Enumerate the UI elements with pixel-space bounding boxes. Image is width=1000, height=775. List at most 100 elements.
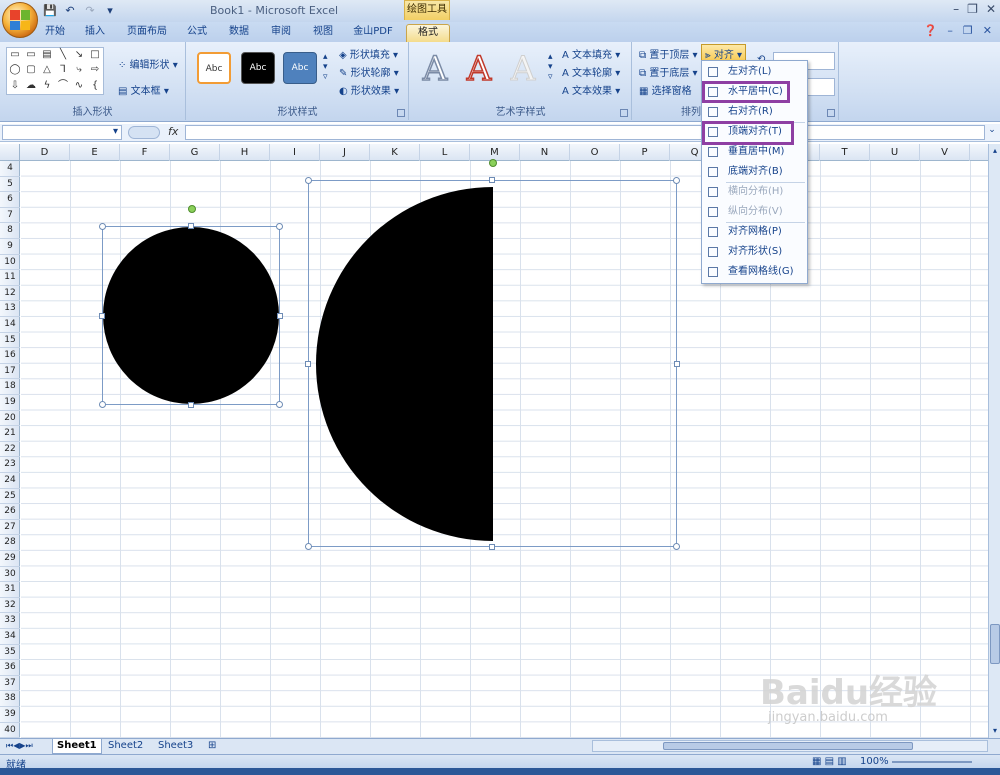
hscroll-thumb[interactable] — [663, 742, 913, 750]
row-header[interactable]: 24 — [0, 473, 20, 489]
resize-handle[interactable] — [489, 177, 495, 183]
column-header[interactable]: O — [570, 144, 620, 161]
tab-wps-pdf[interactable]: 金山PDF — [350, 24, 396, 42]
row-header[interactable]: 38 — [0, 691, 20, 707]
row-header[interactable]: 16 — [0, 348, 20, 364]
shape-brace-icon[interactable]: { — [87, 79, 103, 94]
scroll-down-icon[interactable]: ▾ — [990, 726, 1000, 736]
row-header[interactable]: 10 — [0, 255, 20, 271]
column-header[interactable]: E — [70, 144, 120, 161]
save-icon[interactable]: 💾 — [42, 3, 58, 19]
shape-textbox-icon[interactable]: ▤ — [39, 48, 55, 63]
shape-outline-button[interactable]: ✎ 形状轮廓 ▾ — [339, 64, 399, 79]
row-header[interactable]: 4 — [0, 161, 20, 177]
scroll-up-icon[interactable]: ▴ — [990, 146, 1000, 156]
help-icon[interactable]: ❓ — [924, 24, 938, 37]
resize-handle[interactable] — [489, 544, 495, 550]
shape-square-icon[interactable]: □ — [87, 48, 103, 63]
resize-handle[interactable] — [188, 402, 194, 408]
row-header[interactable]: 6 — [0, 192, 20, 208]
black-half-circle-shape[interactable] — [316, 187, 493, 541]
row-header[interactable]: 13 — [0, 301, 20, 317]
tab-view[interactable]: 视图 — [308, 24, 338, 42]
wordart-style-red[interactable]: A — [460, 49, 498, 89]
rotation-handle[interactable] — [489, 159, 497, 167]
row-header[interactable]: 14 — [0, 317, 20, 333]
column-header[interactable]: H — [220, 144, 270, 161]
column-header[interactable]: T — [820, 144, 870, 161]
shape-style-black[interactable]: Abc — [241, 52, 275, 84]
shape-style-orange-outline[interactable]: Abc — [197, 52, 231, 84]
shape-style-blue[interactable]: Abc — [283, 52, 317, 84]
restore-button[interactable]: ❐ — [967, 2, 978, 16]
sheet-nav-icon[interactable]: ⏮◀▶⏭ — [2, 739, 37, 754]
select-all-corner[interactable] — [0, 144, 20, 161]
bring-to-front-button[interactable]: ⧉ 置于顶层 ▾ — [639, 46, 698, 61]
zoom-level[interactable]: 100% — [860, 756, 889, 767]
row-header[interactable]: 33 — [0, 613, 20, 629]
row-header[interactable]: 31 — [0, 582, 20, 598]
row-header[interactable]: 39 — [0, 707, 20, 723]
sheet-tab[interactable]: Sheet3 — [154, 739, 197, 754]
shape-arrow-down-icon[interactable]: ⇩ — [7, 79, 23, 94]
formula-bar-expand-icon[interactable]: ⌄ — [986, 125, 998, 140]
resize-handle[interactable] — [673, 177, 680, 184]
shape-rect2-icon[interactable]: ▭ — [23, 48, 39, 63]
resize-handle[interactable] — [277, 313, 283, 319]
column-header[interactable]: J — [320, 144, 370, 161]
wordart-style-outline[interactable]: A — [416, 49, 454, 89]
insert-function-icon[interactable]: fx — [168, 125, 178, 138]
row-header[interactable]: 20 — [0, 411, 20, 427]
tab-data[interactable]: 数据 — [224, 24, 254, 42]
resize-handle[interactable] — [305, 543, 312, 550]
resize-handle[interactable] — [188, 223, 194, 229]
shape-arrow-line-icon[interactable]: ↘ — [71, 48, 87, 63]
tab-home[interactable]: 开始 — [40, 24, 70, 42]
column-header[interactable]: V — [920, 144, 970, 161]
shapes-gallery[interactable]: ▭ ▭ ▤ ╲ ↘ □ ◯ ▢ △ ⅂ ⤷ ⇨ ⇩ ☁ ϟ ⌒ ∿{ — [6, 47, 104, 95]
half-circle-shape-selection[interactable] — [305, 159, 680, 550]
align-menu-item[interactable]: 左对齐(L) — [702, 63, 807, 81]
row-header[interactable]: 30 — [0, 567, 20, 583]
align-menu-item[interactable]: 对齐网格(P) — [702, 223, 807, 241]
resize-handle[interactable] — [305, 361, 311, 367]
dialog-launcher-icon[interactable] — [827, 109, 835, 117]
ribbon-minimize-icon[interactable]: – — [947, 24, 953, 37]
name-box[interactable]: ▾ — [2, 125, 122, 140]
tab-format[interactable]: 格式 — [406, 24, 450, 42]
shape-fill-button[interactable]: ◈ 形状填充 ▾ — [339, 46, 398, 61]
row-header[interactable]: 22 — [0, 442, 20, 458]
row-header[interactable]: 32 — [0, 598, 20, 614]
tab-formulas[interactable]: 公式 — [182, 24, 212, 42]
row-header[interactable]: 26 — [0, 504, 20, 520]
rotation-handle[interactable] — [188, 205, 196, 213]
horizontal-scrollbar[interactable] — [592, 740, 988, 752]
undo-icon[interactable]: ↶ — [62, 3, 78, 19]
minimize-button[interactable]: – — [953, 2, 959, 16]
column-header[interactable]: K — [370, 144, 420, 161]
shape-line-icon[interactable]: ╲ — [55, 48, 71, 63]
row-header[interactable]: 5 — [0, 177, 20, 193]
row-header[interactable]: 29 — [0, 551, 20, 567]
shape-cloud-icon[interactable]: ☁ — [23, 79, 39, 94]
column-header[interactable]: I — [270, 144, 320, 161]
selection-pane-button[interactable]: ▦ 选择窗格 — [639, 82, 692, 97]
zoom-slider[interactable] — [892, 761, 972, 763]
row-header[interactable]: 35 — [0, 645, 20, 661]
redo-icon[interactable]: ↷ — [82, 3, 98, 19]
row-header[interactable]: 34 — [0, 629, 20, 645]
row-header[interactable]: 28 — [0, 535, 20, 551]
tab-page-layout[interactable]: 页面布局 — [122, 24, 172, 42]
column-header[interactable]: D — [20, 144, 70, 161]
resize-handle[interactable] — [276, 401, 283, 408]
view-mode-icons[interactable]: ▦ ▤ ▥ — [812, 756, 847, 767]
resize-handle[interactable] — [276, 223, 283, 230]
row-header[interactable]: 40 — [0, 723, 20, 738]
column-header[interactable]: P — [620, 144, 670, 161]
row-header[interactable]: 17 — [0, 364, 20, 380]
shape-rounded-rect-icon[interactable]: ▢ — [23, 63, 39, 78]
shape-elbow-icon[interactable]: ⅂ — [55, 63, 71, 78]
gallery-scroll-icon[interactable]: ▴ ▾ ▿ — [323, 52, 328, 82]
resize-handle[interactable] — [305, 177, 312, 184]
resize-handle[interactable] — [99, 313, 105, 319]
